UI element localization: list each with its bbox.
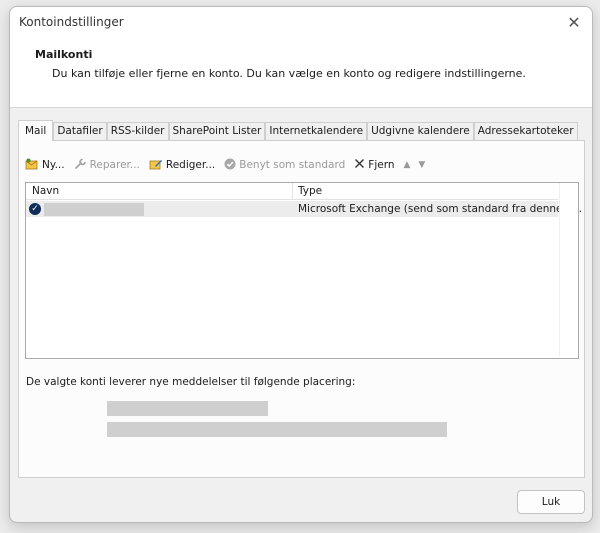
remove-button[interactable]: Fjern — [354, 158, 395, 172]
tab-rss-kilder[interactable]: RSS-kilder — [106, 122, 169, 140]
edit-button[interactable]: Rediger... — [149, 158, 215, 173]
delivery-folder-redacted — [107, 401, 268, 416]
arrow-down-icon[interactable]: ▼ — [418, 160, 425, 170]
checkmark-circle-icon — [224, 158, 236, 173]
arrow-up-icon[interactable]: ▲ — [404, 160, 411, 170]
tab-mail[interactable]: Mail — [18, 120, 54, 141]
header-title: Mailkonti — [35, 48, 93, 61]
dialog-header: Mailkonti Du kan tilføje eller fjerne en… — [10, 37, 592, 108]
edit-account-icon — [149, 158, 163, 173]
set-default-button[interactable]: Benyt som standard — [224, 158, 345, 173]
account-name-redacted — [44, 203, 144, 216]
window-title: Kontoindstillinger — [19, 15, 124, 29]
tab-udgivne-kalendere[interactable]: Udgivne kalendere — [367, 122, 474, 140]
tab-adressekartoteker[interactable]: Adressekartoteker — [473, 122, 578, 140]
column-header-type[interactable]: Type — [298, 185, 322, 197]
list-scrollbar[interactable] — [559, 183, 578, 356]
remove-label: Fjern — [368, 159, 395, 171]
accounts-list[interactable]: Navn Type ✓ Microsoft Exchange (send som… — [25, 182, 582, 359]
column-header-name[interactable]: Navn — [32, 185, 59, 197]
x-icon — [354, 158, 365, 172]
title-bar: Kontoindstillinger ✕ — [10, 7, 592, 37]
list-header: Navn Type — [26, 183, 558, 200]
mail-tab-panel: Ny... Reparer... Rediger... Benyt som st… — [18, 140, 585, 478]
repair-label: Reparer... — [89, 159, 140, 171]
edit-label: Rediger... — [165, 159, 216, 171]
account-type: Microsoft Exchange (send som standard fr… — [298, 203, 582, 215]
new-account-button[interactable]: Ny... — [25, 158, 65, 173]
repair-button[interactable]: Reparer... — [74, 158, 140, 173]
header-description: Du kan tilføje eller fjerne en konto. Du… — [52, 67, 526, 80]
delivery-label: De valgte konti leverer nye meddelelser … — [26, 376, 356, 388]
new-account-icon — [25, 158, 39, 173]
tab-datafiler[interactable]: Datafiler — [53, 122, 107, 140]
new-account-label: Ny... — [42, 159, 65, 171]
default-account-check-icon: ✓ — [29, 203, 41, 215]
close-button[interactable]: Luk — [517, 490, 585, 514]
delivery-path-redacted — [107, 422, 447, 437]
set-default-label: Benyt som standard — [239, 159, 346, 171]
account-row[interactable]: ✓ Microsoft Exchange (send som standard … — [26, 201, 582, 217]
account-toolbar: Ny... Reparer... Rediger... Benyt som st… — [25, 155, 433, 175]
tab-strip: Mail Datafiler RSS-kilder SharePoint Lis… — [18, 120, 578, 141]
tab-internetkalendere[interactable]: Internetkalendere — [265, 122, 368, 140]
column-divider[interactable] — [292, 183, 293, 199]
tab-sharepoint-lister[interactable]: SharePoint Lister — [168, 122, 266, 140]
wrench-icon — [74, 158, 87, 173]
account-settings-dialog: Kontoindstillinger ✕ Mailkonti Du kan ti… — [9, 6, 593, 523]
close-icon[interactable]: ✕ — [556, 7, 592, 37]
